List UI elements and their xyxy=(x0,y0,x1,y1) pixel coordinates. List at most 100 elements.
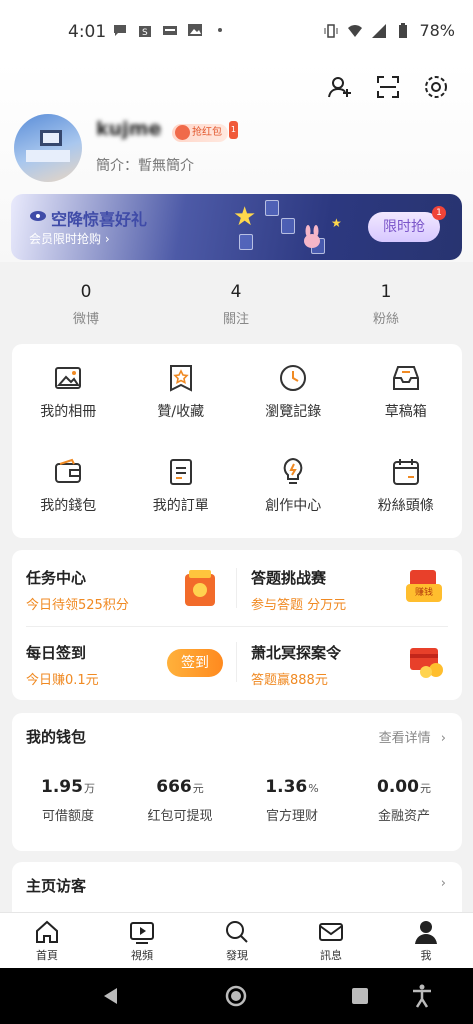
grid-item-orders[interactable]: 我的訂單 xyxy=(125,456,238,550)
home-button-icon[interactable] xyxy=(225,985,247,1007)
wallet-item-finance[interactable]: 1.36% 官方理财 xyxy=(236,777,348,824)
chevron-right-icon: › xyxy=(440,731,446,746)
fans-headline-icon xyxy=(392,459,419,485)
wallet-details-label: 查看详情 xyxy=(378,731,431,746)
bio-text[interactable]: 簡介：暫無簡介 xyxy=(96,155,194,175)
grid-item-likes[interactable]: 贊/收藏 xyxy=(125,362,238,456)
wallet-item-label: 可借额度 xyxy=(41,809,94,824)
stat-followers[interactable]: 1 粉絲 xyxy=(326,282,446,327)
username[interactable]: kujme xyxy=(96,118,161,140)
back-icon[interactable] xyxy=(101,986,121,1006)
vibrate-icon xyxy=(324,23,338,38)
daily-checkin[interactable]: 每日签到 今日赚0.1元 xyxy=(26,642,99,688)
checkin-button[interactable]: 签到 xyxy=(167,649,223,677)
bottom-tab-bar: 首頁 視頻 發現 訊息 我 xyxy=(0,912,473,968)
signal-icon xyxy=(372,23,387,38)
tab-home[interactable]: 首頁 xyxy=(12,918,82,963)
settings-icon[interactable] xyxy=(423,74,449,100)
wallet-icon xyxy=(55,458,82,483)
grid-item-label: 贊/收藏 xyxy=(157,404,205,420)
banner-title: 空降惊喜好礼 xyxy=(51,210,148,229)
grid-item-photo-album[interactable]: 我的相冊 xyxy=(12,362,125,456)
grid-item-label: 我的錢包 xyxy=(40,498,97,514)
wallet-details-link[interactable]: 查看详情 › xyxy=(379,727,446,746)
avatar[interactable] xyxy=(14,114,82,182)
accessibility-icon[interactable] xyxy=(411,984,433,1008)
dot-icon xyxy=(218,28,222,32)
draft-box-icon xyxy=(392,366,419,390)
stat-followers-count: 1 xyxy=(380,282,392,302)
wallet-item-credit[interactable]: 1.95万 可借额度 xyxy=(12,777,124,824)
discover-search-icon xyxy=(226,921,248,943)
scan-icon[interactable] xyxy=(375,74,401,100)
wallet-item-label: 金融资产 xyxy=(377,809,430,824)
tab-label: 我 xyxy=(420,949,432,962)
grid-item-label: 我的訂單 xyxy=(152,498,209,514)
stat-following-count: 4 xyxy=(230,282,242,302)
task-center-subtitle: 今日待领525积分 xyxy=(26,598,129,613)
tab-me[interactable]: 我 xyxy=(391,918,461,963)
task-center[interactable]: 任务中心 今日待领525积分 xyxy=(26,567,129,613)
red-packet-badge[interactable]: 抢红包 1 xyxy=(172,121,238,142)
daily-checkin-title: 每日签到 xyxy=(26,644,87,662)
profile-person-icon xyxy=(415,921,437,944)
grid-item-history[interactable]: 瀏覽記錄 xyxy=(237,362,350,456)
grid-item-wallet[interactable]: 我的錢包 xyxy=(12,456,125,550)
wallet-item-red-packet[interactable]: 666元 红包可提现 xyxy=(124,777,236,824)
top-actions xyxy=(327,74,449,100)
visitors-more[interactable]: › xyxy=(441,876,446,891)
task-center-title: 任务中心 xyxy=(26,569,87,587)
grid-item-label: 瀏覽記錄 xyxy=(265,404,322,420)
status-bar: 4:01 S 78% xyxy=(0,0,473,62)
wifi-icon xyxy=(348,24,363,37)
battery-icon xyxy=(399,22,408,38)
cube-decoration xyxy=(281,218,295,234)
creator-bulb-icon xyxy=(283,457,303,484)
wallet-item-assets[interactable]: 0.00元 金融资产 xyxy=(348,777,460,824)
grid-item-label: 創作中心 xyxy=(265,498,322,514)
add-friend-icon[interactable] xyxy=(327,74,353,100)
grid-item-fans-headline[interactable]: 粉絲頭條 xyxy=(350,456,463,550)
tab-label: 首頁 xyxy=(36,949,58,962)
chevron-right-icon: › xyxy=(440,876,446,891)
weibo-eye-icon xyxy=(30,211,46,221)
shortcuts-card: 我的相冊 贊/收藏 瀏覽記錄 草稿箱 我的錢包 我的訂單 創作中心 粉絲頭條 xyxy=(12,344,462,538)
photo-album-icon xyxy=(55,367,82,389)
home-icon xyxy=(36,920,58,943)
system-nav-bar xyxy=(0,968,473,1024)
wallet-item-unit: % xyxy=(308,782,319,795)
wallet-item-label: 官方理财 xyxy=(265,809,318,824)
quiz-challenge[interactable]: 答题挑战赛 参与答题 分万元 xyxy=(251,567,346,613)
tab-video[interactable]: 視頻 xyxy=(107,918,177,963)
star-icon: ★ xyxy=(233,202,257,232)
quiz-challenge-title: 答题挑战赛 xyxy=(251,569,327,587)
wallet-item-unit: 元 xyxy=(419,782,431,795)
wallet-item-unit: 万 xyxy=(83,782,95,795)
svg-text:S: S xyxy=(142,28,148,38)
mail-icon xyxy=(319,923,343,941)
calendar-icon xyxy=(163,26,177,35)
stat-following-label: 關注 xyxy=(222,312,249,327)
cube-decoration xyxy=(239,234,253,250)
detective-quiz[interactable]: 萧北冥探案令 答题赢888元 xyxy=(251,642,341,688)
gift-icon xyxy=(175,125,190,140)
earn-money-badge: 赚钱 xyxy=(406,584,442,602)
grid-item-creator-center[interactable]: 創作中心 xyxy=(237,456,350,550)
limited-offer-button[interactable]: 限时抢 1 xyxy=(368,206,446,242)
tab-discover[interactable]: 發現 xyxy=(202,918,272,963)
tab-messages[interactable]: 訊息 xyxy=(296,918,366,963)
tasks-card: 任务中心 今日待领525积分 答题挑战赛 参与答题 分万元 赚钱 每日签到 今日… xyxy=(12,550,462,700)
grid-item-drafts[interactable]: 草稿箱 xyxy=(350,362,463,456)
cube-decoration xyxy=(265,200,279,216)
profile-stats: 0 微博 4 關注 1 粉絲 xyxy=(0,282,473,332)
red-gift-icon xyxy=(410,648,443,678)
recents-icon[interactable] xyxy=(350,986,370,1006)
wallet-item-label: 红包可提现 xyxy=(147,809,213,824)
stat-following[interactable]: 4 關注 xyxy=(176,282,296,327)
detective-quiz-subtitle: 答题赢888元 xyxy=(251,673,328,688)
shortcuts-grid: 我的相冊 贊/收藏 瀏覽記錄 草稿箱 我的錢包 我的訂單 創作中心 粉絲頭條 xyxy=(12,344,462,550)
rabbit-mascot-icon xyxy=(304,225,320,248)
order-list-icon xyxy=(169,459,192,485)
vip-promo-banner[interactable]: 空降惊喜好礼 会员限时抢购 › ★ ★ 限时抢 1 xyxy=(11,194,462,260)
stat-weibo[interactable]: 0 微博 xyxy=(26,282,146,327)
